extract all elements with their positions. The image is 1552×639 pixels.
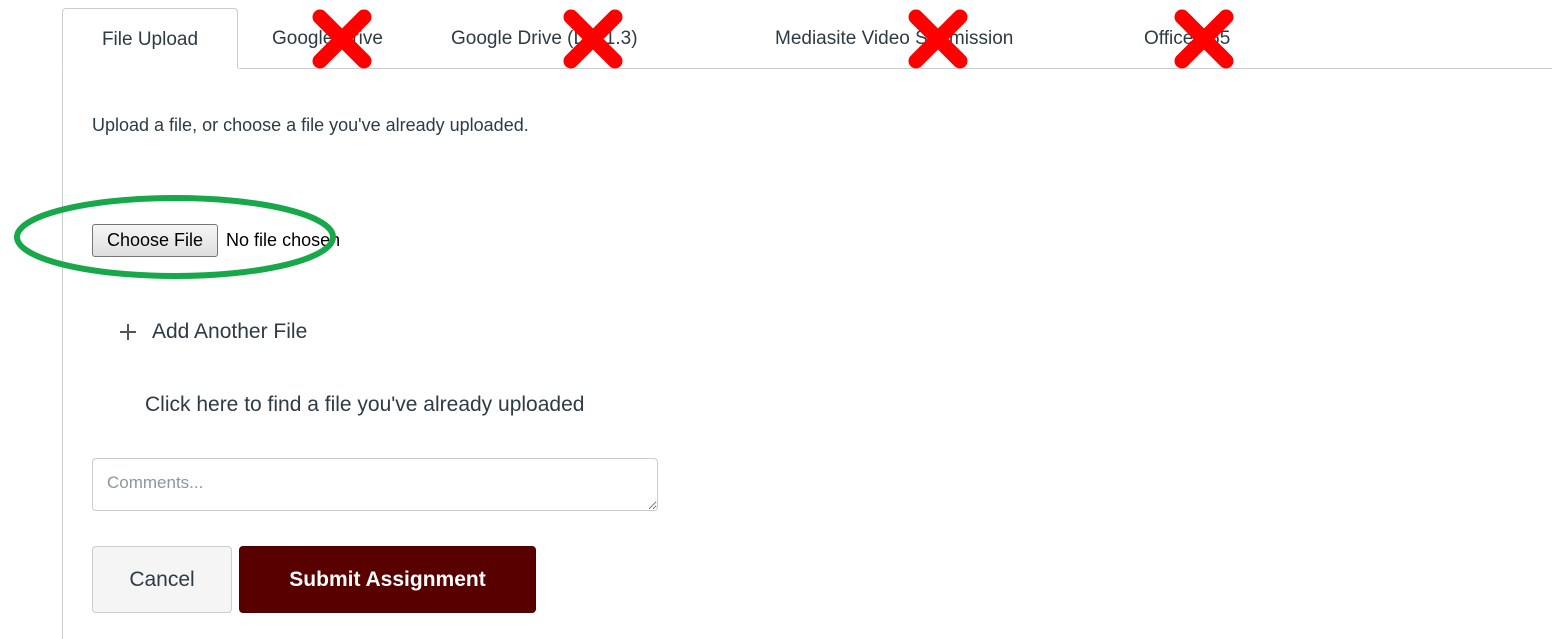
add-another-file-label: Add Another File (152, 320, 308, 343)
submit-assignment-button[interactable]: Submit Assignment (239, 546, 536, 613)
find-uploaded-file-link[interactable]: Click here to find a file you've already… (145, 393, 584, 417)
file-input-row: Choose File No file chosen (92, 222, 340, 258)
tab-office-365[interactable]: Office 365 (1144, 8, 1230, 68)
choose-file-button[interactable]: Choose File (92, 223, 219, 257)
tab-file-upload[interactable]: File Upload (62, 8, 238, 69)
tab-mediasite-video-submission[interactable]: Mediasite Video Submission (775, 8, 1013, 68)
plus-icon (120, 324, 136, 340)
tab-google-drive-lti[interactable]: Google Drive (LTI 1.3) (451, 8, 638, 68)
panel-left-border (62, 68, 63, 639)
upload-instructions: Upload a file, or choose a file you've a… (92, 115, 529, 135)
cancel-button[interactable]: Cancel (92, 546, 232, 613)
tab-google-drive[interactable]: Google Drive (272, 8, 383, 68)
file-status-text: No file chosen (226, 229, 341, 250)
add-another-file-link[interactable]: Add Another File (120, 316, 307, 348)
comments-field[interactable] (92, 458, 658, 511)
tab-strip-divider (239, 68, 1552, 69)
